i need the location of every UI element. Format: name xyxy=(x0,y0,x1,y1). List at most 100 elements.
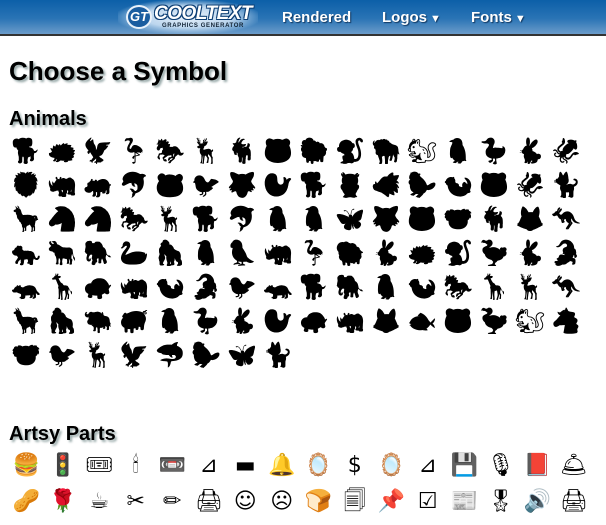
symbol-teacup-icon[interactable]: ☕ xyxy=(81,484,118,520)
symbol-hippo-icon[interactable]: 🦛 xyxy=(80,168,116,202)
symbol-horse-2-icon[interactable]: 🐎 xyxy=(116,202,152,236)
symbol-deer-icon[interactable]: 🦌 xyxy=(188,134,224,168)
symbol-zebra-2-icon[interactable]: 🦓 xyxy=(80,202,116,236)
symbol-boar-icon[interactable]: 🐗 xyxy=(368,168,404,202)
symbol-cat-icon[interactable]: 🐈 xyxy=(260,338,296,372)
symbol-monkey-icon[interactable]: 🐒 xyxy=(332,134,368,168)
symbol-ibex-icon[interactable]: 🐐 xyxy=(224,134,260,168)
symbol-fish-icon[interactable]: 🐟 xyxy=(404,304,440,338)
symbol-pushpin-icon[interactable]: 📌 xyxy=(373,484,410,520)
symbol-pelican-icon[interactable]: 🦤 xyxy=(476,236,512,270)
symbol-crane-icon[interactable]: 🦩 xyxy=(116,134,152,168)
symbol-duck-2-icon[interactable]: 🦆 xyxy=(188,304,224,338)
symbol-platypus-icon[interactable]: 🦫 xyxy=(404,168,440,202)
symbol-mirrors-icon[interactable]: 🪞 xyxy=(300,448,337,484)
symbol-tiger-icon[interactable]: 🐅 xyxy=(8,236,44,270)
symbol-shark-icon[interactable]: 🦈 xyxy=(152,338,188,372)
symbol-zebra-icon[interactable]: 🦓 xyxy=(44,202,80,236)
symbol-turtle-icon[interactable]: 🐢 xyxy=(296,304,332,338)
symbol-rose-icon[interactable]: 🌹 xyxy=(45,484,82,520)
symbol-hare-icon[interactable]: 🐇 xyxy=(512,236,548,270)
symbol-hanger-icon[interactable]: ⊿ xyxy=(191,448,228,484)
symbol-koala-icon[interactable]: 🐨 xyxy=(440,202,476,236)
symbol-hanger-2-icon[interactable]: ⊿ xyxy=(410,448,447,484)
symbol-songbird-icon[interactable]: 🐦 xyxy=(44,338,80,372)
symbol-peanut-icon[interactable]: 🥜 xyxy=(8,484,45,520)
symbol-buffalo-icon[interactable]: 🐃 xyxy=(80,304,116,338)
symbol-seahorse-2-icon[interactable]: 🦑 xyxy=(512,168,548,202)
symbol-rhino-3-icon[interactable]: 🦏 xyxy=(116,270,152,304)
symbol-pig-icon[interactable]: 🐖 xyxy=(116,304,152,338)
symbol-rhino-4-icon[interactable]: 🦏 xyxy=(332,304,368,338)
symbol-rhino-icon[interactable]: 🦏 xyxy=(44,168,80,202)
symbol-butterfly-2-icon[interactable]: 🦋 xyxy=(224,338,260,372)
symbol-gorilla-2-icon[interactable]: 🦍 xyxy=(44,304,80,338)
symbol-sheep-icon[interactable]: 🐏 xyxy=(332,236,368,270)
symbol-scissors-icon[interactable]: ✂ xyxy=(118,484,155,520)
symbol-penguin-3-icon[interactable]: 🐧 xyxy=(296,202,332,236)
symbol-bell-handle-icon[interactable]: 🔔 xyxy=(264,448,301,484)
symbol-koala-2-icon[interactable]: 🐨 xyxy=(8,338,44,372)
symbol-antelope-icon[interactable]: 🦌 xyxy=(512,270,548,304)
symbol-bread-slice-icon[interactable]: 🍞 xyxy=(300,484,337,520)
symbol-penguin-2-icon[interactable]: 🐧 xyxy=(260,202,296,236)
symbol-hare-2-icon[interactable]: 🐇 xyxy=(224,304,260,338)
symbol-dolphin-2-icon[interactable]: 🐬 xyxy=(224,202,260,236)
symbol-dog-3-icon[interactable]: 🐕 xyxy=(296,270,332,304)
symbol-horse-3-icon[interactable]: 🐎 xyxy=(440,270,476,304)
symbol-ostrich-icon[interactable]: 🦩 xyxy=(296,236,332,270)
symbol-pelican-2-icon[interactable]: 🦤 xyxy=(476,304,512,338)
symbol-swan-icon[interactable]: 🦢 xyxy=(116,236,152,270)
symbol-dollar-signs-icon[interactable]: $ xyxy=(337,448,374,484)
symbol-pony-icon[interactable]: 🐴 xyxy=(548,304,584,338)
symbol-seal-icon[interactable]: 🦭 xyxy=(260,168,296,202)
symbol-crocodile-icon[interactable]: 🐊 xyxy=(188,270,224,304)
symbol-panda-icon[interactable]: 🐼 xyxy=(152,168,188,202)
symbol-bird-icon[interactable]: 🐦 xyxy=(224,270,260,304)
symbol-horse-icon[interactable]: 🐎 xyxy=(152,134,188,168)
symbol-rabbit-2-icon[interactable]: 🐇 xyxy=(368,236,404,270)
nav-rendered[interactable]: Rendered xyxy=(282,9,351,26)
symbol-lion-icon[interactable]: 🦁 xyxy=(8,168,44,202)
symbol-giraffe-2-icon[interactable]: 🦒 xyxy=(476,270,512,304)
symbol-weasel-icon[interactable]: 🦡 xyxy=(8,270,44,304)
symbol-bear-icon[interactable]: 🐻 xyxy=(404,202,440,236)
symbol-llama-2-icon[interactable]: 🦙 xyxy=(8,304,44,338)
symbol-kangaroo-icon[interactable]: 🦘 xyxy=(548,202,584,236)
symbol-dog-icon[interactable]: 🐕 xyxy=(8,134,44,168)
symbol-award-ribbon-icon[interactable]: 🎖 xyxy=(483,484,520,520)
symbol-rhino-2-icon[interactable]: 🦏 xyxy=(260,236,296,270)
symbol-floppy-disk-icon[interactable]: 💾 xyxy=(446,448,483,484)
symbol-sad-face-icon[interactable]: ☹ xyxy=(264,484,301,520)
symbol-speakers-icon[interactable]: 🔊 xyxy=(519,484,556,520)
symbol-ox-icon[interactable]: 🐂 xyxy=(44,236,80,270)
symbol-traffic-light-icon[interactable]: 🚦 xyxy=(45,448,82,484)
symbol-tortoise-icon[interactable]: 🐢 xyxy=(80,270,116,304)
symbol-kangaroo-2-icon[interactable]: 🦘 xyxy=(548,270,584,304)
symbol-armadillo-2-icon[interactable]: 🦔 xyxy=(404,236,440,270)
symbol-bear-cub-icon[interactable]: 🐻 xyxy=(260,134,296,168)
symbol-eagle-icon[interactable]: 🦅 xyxy=(80,134,116,168)
symbol-penguin-4-icon[interactable]: 🐧 xyxy=(188,236,224,270)
symbol-armadillo-icon[interactable]: 🦔 xyxy=(44,134,80,168)
symbol-smiley-face-icon[interactable]: ☺ xyxy=(227,484,264,520)
symbol-bear-standing-icon[interactable]: 🐻 xyxy=(476,168,512,202)
symbol-printer-2-icon[interactable]: 🖨 xyxy=(556,484,593,520)
symbol-squirrel-icon[interactable]: 🐿 xyxy=(404,134,440,168)
symbol-big-news-icon[interactable]: 📰 xyxy=(446,484,483,520)
symbol-lamb-icon[interactable]: 🐑 xyxy=(296,134,332,168)
symbol-hound-icon[interactable]: 🐕 xyxy=(296,168,332,202)
symbol-sandwich-icon[interactable]: 🍔 xyxy=(8,448,45,484)
symbol-fox-icon[interactable]: 🦊 xyxy=(512,202,548,236)
symbol-penguin-icon[interactable]: 🐧 xyxy=(440,134,476,168)
symbol-ferret-icon[interactable]: 🦦 xyxy=(404,270,440,304)
symbol-squirrel-2-icon[interactable]: 🐿 xyxy=(512,304,548,338)
nav-logos[interactable]: Logos ▼ xyxy=(382,9,441,26)
symbol-service-bell-icon[interactable]: 🛎 xyxy=(556,448,593,484)
nav-fonts[interactable]: Fonts ▼ xyxy=(471,9,526,26)
symbol-dog-2-icon[interactable]: 🐕 xyxy=(188,202,224,236)
symbol-rabbit-icon[interactable]: 🐇 xyxy=(512,134,548,168)
symbol-dolphin-icon[interactable]: 🐬 xyxy=(116,168,152,202)
cooltext-logo[interactable]: GT COOLTEXT GRAPHICS GENERATOR xyxy=(118,0,258,34)
symbol-seal-2-icon[interactable]: 🦭 xyxy=(260,304,296,338)
